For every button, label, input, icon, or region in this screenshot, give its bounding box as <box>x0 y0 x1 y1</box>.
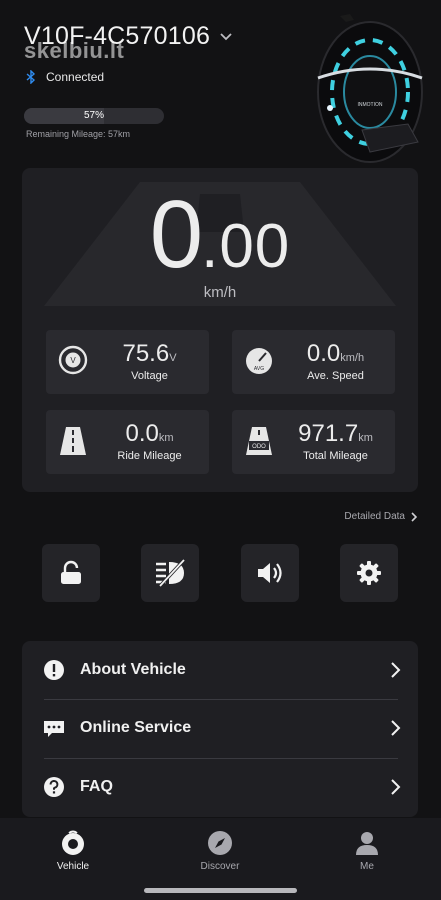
speedometer-icon: AVG <box>246 348 272 374</box>
speed-dot: . <box>201 212 220 281</box>
connection-status-text: Connected <box>46 70 105 84</box>
speed-unit: km/h <box>203 284 237 301</box>
tab-label: Discover <box>200 861 240 872</box>
menu-label: Online Service <box>80 719 192 736</box>
info-alert-icon <box>44 660 64 680</box>
tab-label: Me <box>360 861 374 872</box>
compass-icon <box>208 831 232 855</box>
speed-readout: 0.00 <box>22 180 418 290</box>
menu-item-faq[interactable]: FAQ <box>22 758 418 816</box>
stat-total-mileage: ODO 971.7km Total Mileage <box>232 410 395 474</box>
menu-label: About Vehicle <box>80 661 186 678</box>
vehicle-menu: About Vehicle Online Service FAQ <box>22 641 418 817</box>
gear-icon <box>357 561 381 585</box>
connection-status: Connected <box>26 70 104 84</box>
speed-decimal: 00 <box>219 212 291 281</box>
speed-integer: 0 <box>149 181 203 288</box>
tab-label: Vehicle <box>56 861 90 872</box>
detailed-data-label: Detailed Data <box>344 511 405 522</box>
tab-discover[interactable]: Discover <box>180 830 260 872</box>
road-icon <box>60 427 86 455</box>
menu-item-online-service[interactable]: Online Service <box>22 699 418 757</box>
chevron-right-icon <box>391 779 401 795</box>
menu-item-about-vehicle[interactable]: About Vehicle <box>22 641 418 699</box>
chat-bubble-icon <box>44 721 64 737</box>
stat-ride-mileage: 0.0km Ride Mileage <box>46 410 209 474</box>
tab-vehicle[interactable]: Vehicle <box>33 830 113 872</box>
speed-dashboard: 0.00 km/h V 75.6V Voltage AVG 0.0km/h Av… <box>22 168 418 492</box>
chevron-right-icon <box>391 720 401 736</box>
home-indicator[interactable] <box>144 888 297 893</box>
bluetooth-icon <box>26 70 36 84</box>
headlight-button[interactable] <box>141 544 199 602</box>
tab-me[interactable]: Me <box>327 830 407 872</box>
speaker-icon <box>258 563 282 583</box>
settings-button[interactable] <box>340 544 398 602</box>
avg-speed-value: 0.0 <box>306 340 341 367</box>
ride-mileage-label: Ride Mileage <box>117 450 182 462</box>
chevron-down-icon <box>220 32 232 40</box>
odometer-road-icon: ODO <box>246 427 272 455</box>
remaining-mileage: Remaining Mileage: 57km <box>26 129 131 139</box>
ride-mileage-value: 0.0 <box>125 420 159 447</box>
unlock-icon <box>61 560 81 584</box>
headlight-off-icon <box>156 559 186 587</box>
battery-bar: 57% <box>24 108 164 124</box>
unicycle-image: INMOTION <box>317 14 423 163</box>
battery-percent: 57% <box>83 110 104 121</box>
total-mileage-label: Total Mileage <box>303 450 368 462</box>
wheel-icon <box>62 830 84 855</box>
chevron-right-icon <box>411 511 417 522</box>
ride-mileage-unit: km <box>158 432 174 444</box>
avg-speed-label: Ave. Speed <box>307 370 364 382</box>
chevron-right-icon <box>391 662 401 678</box>
total-mileage-unit: km <box>358 432 373 444</box>
person-icon <box>356 832 378 855</box>
voltage-label: Voltage <box>131 370 168 382</box>
stat-voltage: V 75.6V Voltage <box>46 330 209 394</box>
sound-button[interactable] <box>241 544 299 602</box>
voltage-unit: V <box>169 352 177 364</box>
menu-label: FAQ <box>80 778 113 795</box>
watermark: skelbiu.lt <box>24 38 125 63</box>
wheel-brand-text: INMOTION <box>358 102 383 108</box>
detailed-data-link[interactable]: Detailed Data <box>344 511 417 522</box>
question-icon <box>44 777 64 797</box>
voltage-value: 75.6 <box>122 340 170 367</box>
svg-text:V: V <box>70 356 76 365</box>
voltage-gauge-icon: V <box>58 345 88 375</box>
avg-speed-unit: km/h <box>340 352 365 364</box>
total-mileage-value: 971.7 <box>298 420 359 447</box>
unlock-button[interactable] <box>42 544 100 602</box>
svg-text:AVG: AVG <box>254 366 264 372</box>
stat-avg-speed: AVG 0.0km/h Ave. Speed <box>232 330 395 394</box>
svg-text:ODO: ODO <box>252 444 266 450</box>
